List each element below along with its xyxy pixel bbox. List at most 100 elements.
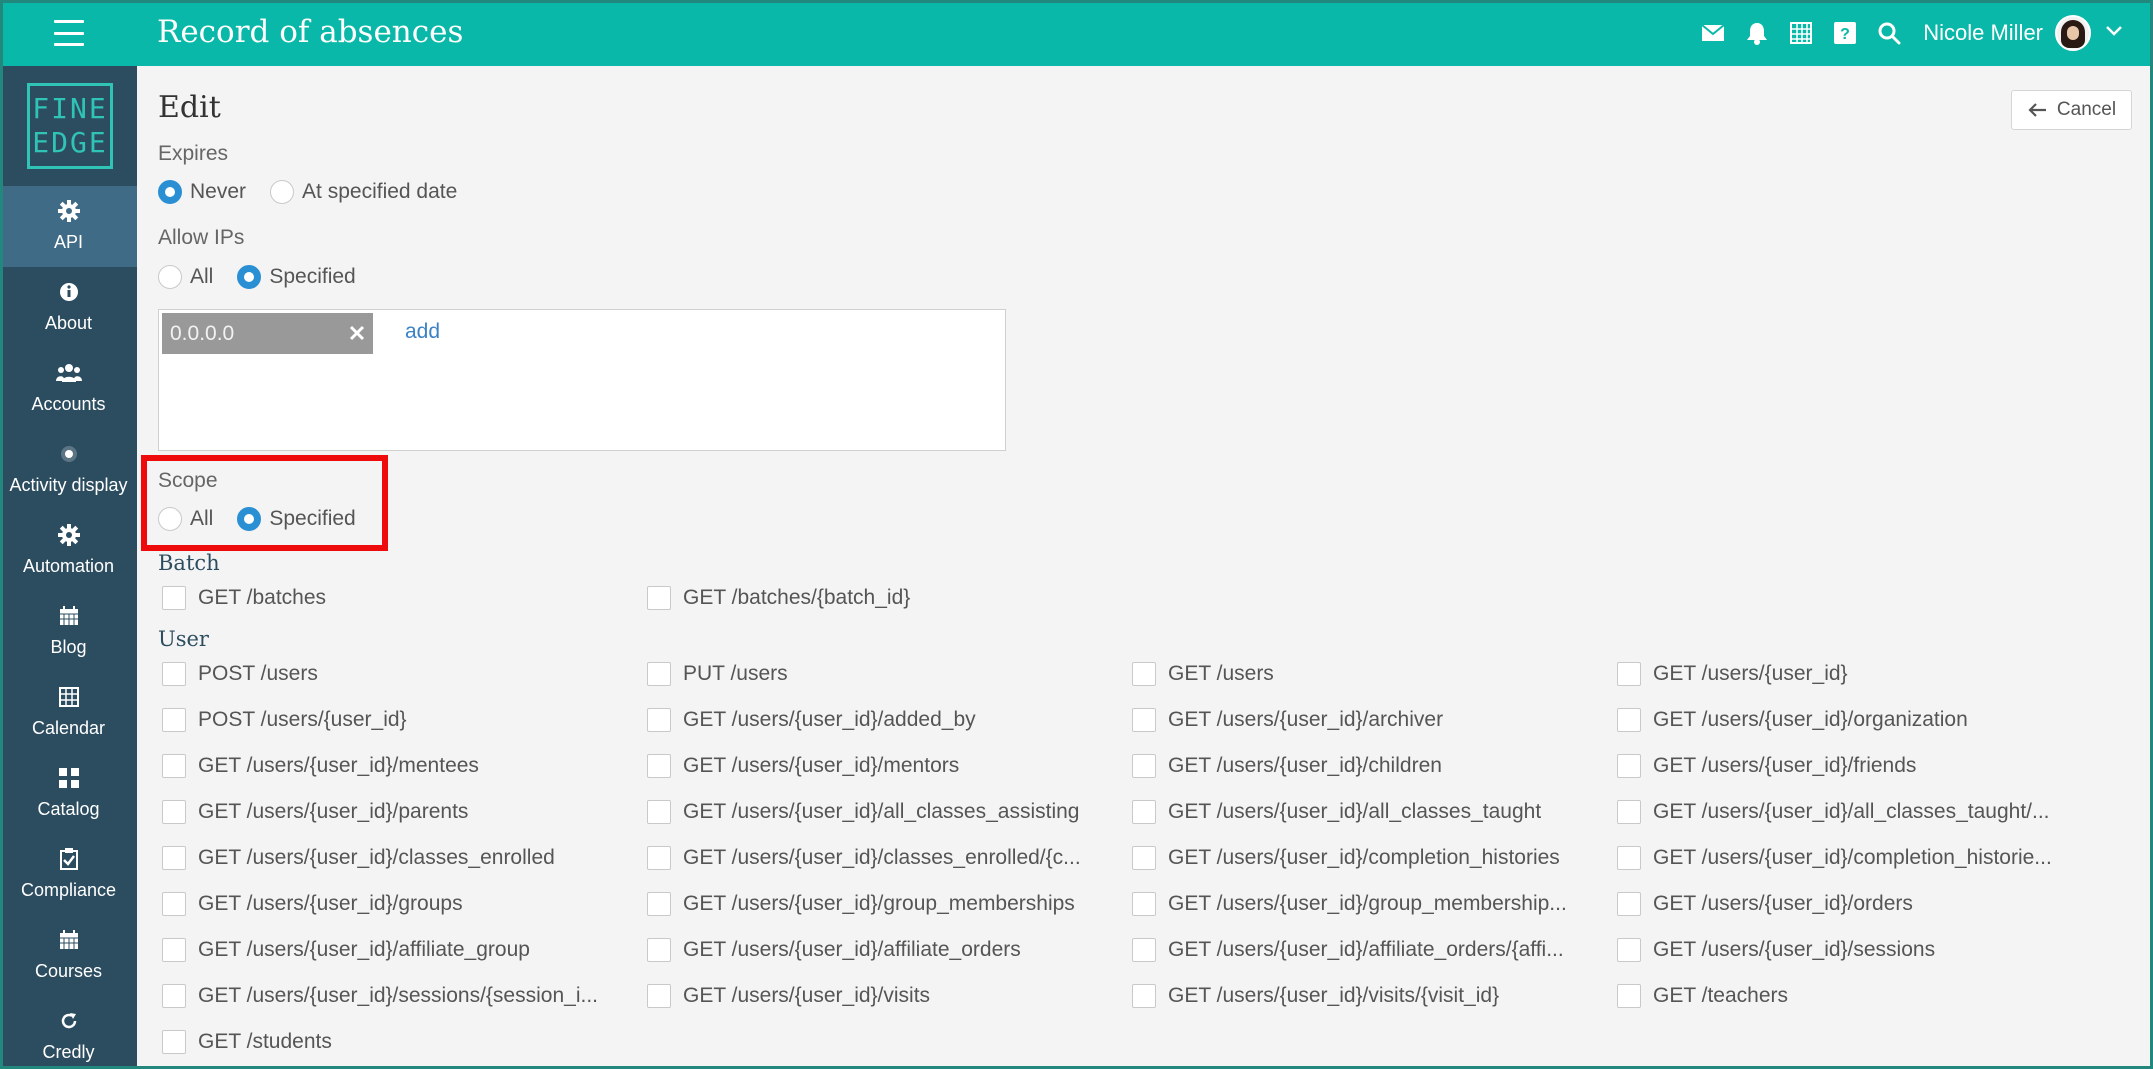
permission-item[interactable]: GET /users/{user_id}/sessions xyxy=(1613,927,2098,973)
permission-checkbox[interactable] xyxy=(647,708,671,732)
sidebar-item-catalog[interactable]: Catalog xyxy=(0,753,137,834)
permission-item[interactable]: GET /users/{user_id}/group_memberships xyxy=(643,881,1128,927)
permission-checkbox[interactable] xyxy=(1617,846,1641,870)
permission-checkbox[interactable] xyxy=(162,846,186,870)
permission-checkbox[interactable] xyxy=(162,1030,186,1054)
permission-item[interactable]: GET /batches xyxy=(158,575,643,621)
scope-specified-option[interactable]: Specified xyxy=(237,507,356,531)
permission-checkbox[interactable] xyxy=(1132,662,1156,686)
permission-checkbox[interactable] xyxy=(647,846,671,870)
permission-item[interactable]: GET /users/{user_id}/added_by xyxy=(643,697,1128,743)
permission-item[interactable]: GET /users/{user_id}/all_classes_assisti… xyxy=(643,789,1128,835)
permission-item[interactable]: GET /users/{user_id}/mentors xyxy=(643,743,1128,789)
sidebar-item-about[interactable]: About xyxy=(0,267,137,348)
scope-all-option[interactable]: All xyxy=(158,507,213,531)
permission-checkbox[interactable] xyxy=(647,938,671,962)
sidebar-item-calendar[interactable]: Calendar xyxy=(0,672,137,753)
avatar[interactable] xyxy=(2055,15,2091,51)
permission-item[interactable]: GET /users/{user_id}/affiliate_orders xyxy=(643,927,1128,973)
permission-checkbox[interactable] xyxy=(1617,938,1641,962)
permission-checkbox[interactable] xyxy=(647,800,671,824)
expires-specified-date-option[interactable]: At specified date xyxy=(270,180,457,204)
permission-item[interactable]: GET /users/{user_id}/sessions/{session_i… xyxy=(158,973,643,1019)
sidebar-item-blog[interactable]: Blog xyxy=(0,591,137,672)
permission-item[interactable]: GET /users/{user_id}/organization xyxy=(1613,697,2098,743)
permission-checkbox[interactable] xyxy=(1617,754,1641,778)
permission-item[interactable]: GET /users/{user_id}/orders xyxy=(1613,881,2098,927)
permission-checkbox[interactable] xyxy=(162,938,186,962)
permission-item[interactable]: GET /users/{user_id}/groups xyxy=(158,881,643,927)
permission-item[interactable]: GET /users/{user_id}/completion_historie… xyxy=(1128,835,1613,881)
permission-item[interactable]: GET /users/{user_id}/visits xyxy=(643,973,1128,1019)
permission-checkbox[interactable] xyxy=(162,754,186,778)
permission-checkbox[interactable] xyxy=(1617,662,1641,686)
sidebar-item-activity-display[interactable]: Activity display xyxy=(0,429,137,510)
permission-item[interactable]: GET /users/{user_id}/visits/{visit_id} xyxy=(1128,973,1613,1019)
permission-checkbox[interactable] xyxy=(1132,708,1156,732)
permission-item[interactable]: GET /users/{user_id} xyxy=(1613,651,2098,697)
permission-checkbox[interactable] xyxy=(162,662,186,686)
search-icon[interactable] xyxy=(1867,0,1911,66)
permission-item[interactable]: GET /users/{user_id}/all_classes_taught/… xyxy=(1613,789,2098,835)
permission-checkbox[interactable] xyxy=(162,708,186,732)
ip-tags-input[interactable]: 0.0.0.0 add xyxy=(158,309,1006,451)
bell-icon[interactable] xyxy=(1735,0,1779,66)
permission-item[interactable]: PUT /users xyxy=(643,651,1128,697)
permission-item[interactable]: GET /users/{user_id}/all_classes_taught xyxy=(1128,789,1613,835)
add-ip-link[interactable]: add xyxy=(405,320,440,344)
allow-ips-specified-option[interactable]: Specified xyxy=(237,265,356,289)
permission-checkbox[interactable] xyxy=(1617,984,1641,1008)
sidebar-item-automation[interactable]: Automation xyxy=(0,510,137,591)
mail-icon[interactable] xyxy=(1691,0,1735,66)
permission-item[interactable]: GET /users xyxy=(1128,651,1613,697)
permission-item[interactable]: GET /users/{user_id}/children xyxy=(1128,743,1613,789)
permission-checkbox[interactable] xyxy=(162,892,186,916)
permission-item[interactable]: GET /batches/{batch_id} xyxy=(643,575,1128,621)
help-icon[interactable]: ? xyxy=(1823,0,1867,66)
logo[interactable]: FINE EDGE xyxy=(27,83,113,169)
permission-item[interactable]: GET /users/{user_id}/affiliate_orders/{a… xyxy=(1128,927,1613,973)
permission-checkbox[interactable] xyxy=(1132,754,1156,778)
permission-checkbox[interactable] xyxy=(1617,800,1641,824)
menu-icon[interactable] xyxy=(54,20,84,46)
permission-checkbox[interactable] xyxy=(162,984,186,1008)
permission-checkbox[interactable] xyxy=(1617,892,1641,916)
expires-never-option[interactable]: Never xyxy=(158,180,246,204)
sidebar-item-api[interactable]: API xyxy=(0,186,137,267)
permission-checkbox[interactable] xyxy=(647,754,671,778)
close-icon[interactable] xyxy=(345,321,369,345)
radio-never[interactable] xyxy=(158,180,182,204)
chevron-down-icon[interactable] xyxy=(2105,24,2123,42)
permission-item[interactable]: GET /users/{user_id}/parents xyxy=(158,789,643,835)
permission-checkbox[interactable] xyxy=(647,984,671,1008)
sidebar-item-accounts[interactable]: Accounts xyxy=(0,348,137,429)
permission-item[interactable]: GET /users/{user_id}/mentees xyxy=(158,743,643,789)
permission-checkbox[interactable] xyxy=(1132,846,1156,870)
permission-item[interactable]: GET /users/{user_id}/friends xyxy=(1613,743,2098,789)
permission-item[interactable]: POST /users/{user_id} xyxy=(158,697,643,743)
radio-all[interactable] xyxy=(158,265,182,289)
sidebar-item-compliance[interactable]: Compliance xyxy=(0,834,137,915)
permission-checkbox[interactable] xyxy=(1132,984,1156,1008)
radio-at-specified-date[interactable] xyxy=(270,180,295,204)
permission-checkbox[interactable] xyxy=(162,800,186,824)
permission-checkbox[interactable] xyxy=(162,586,186,610)
radio-specified[interactable] xyxy=(237,507,262,531)
permission-checkbox[interactable] xyxy=(1132,938,1156,962)
radio-all[interactable] xyxy=(158,507,182,531)
permission-checkbox[interactable] xyxy=(647,892,671,916)
calendar-grid-icon[interactable] xyxy=(1779,0,1823,66)
permission-item[interactable]: GET /users/{user_id}/archiver xyxy=(1128,697,1613,743)
permission-checkbox[interactable] xyxy=(647,586,671,610)
user-name[interactable]: Nicole Miller xyxy=(1923,20,2043,46)
permission-item[interactable]: POST /users xyxy=(158,651,643,697)
permission-item[interactable]: GET /teachers xyxy=(1613,973,2098,1019)
permission-item[interactable]: GET /users/{user_id}/classes_enrolled xyxy=(158,835,643,881)
radio-specified[interactable] xyxy=(237,265,262,289)
allow-ips-all-option[interactable]: All xyxy=(158,265,213,289)
permission-item[interactable]: GET /users/{user_id}/completion_historie… xyxy=(1613,835,2098,881)
permission-checkbox[interactable] xyxy=(1132,892,1156,916)
sidebar-item-courses[interactable]: Courses xyxy=(0,915,137,996)
permission-checkbox[interactable] xyxy=(1617,708,1641,732)
permission-item[interactable]: GET /users/{user_id}/group_membership... xyxy=(1128,881,1613,927)
